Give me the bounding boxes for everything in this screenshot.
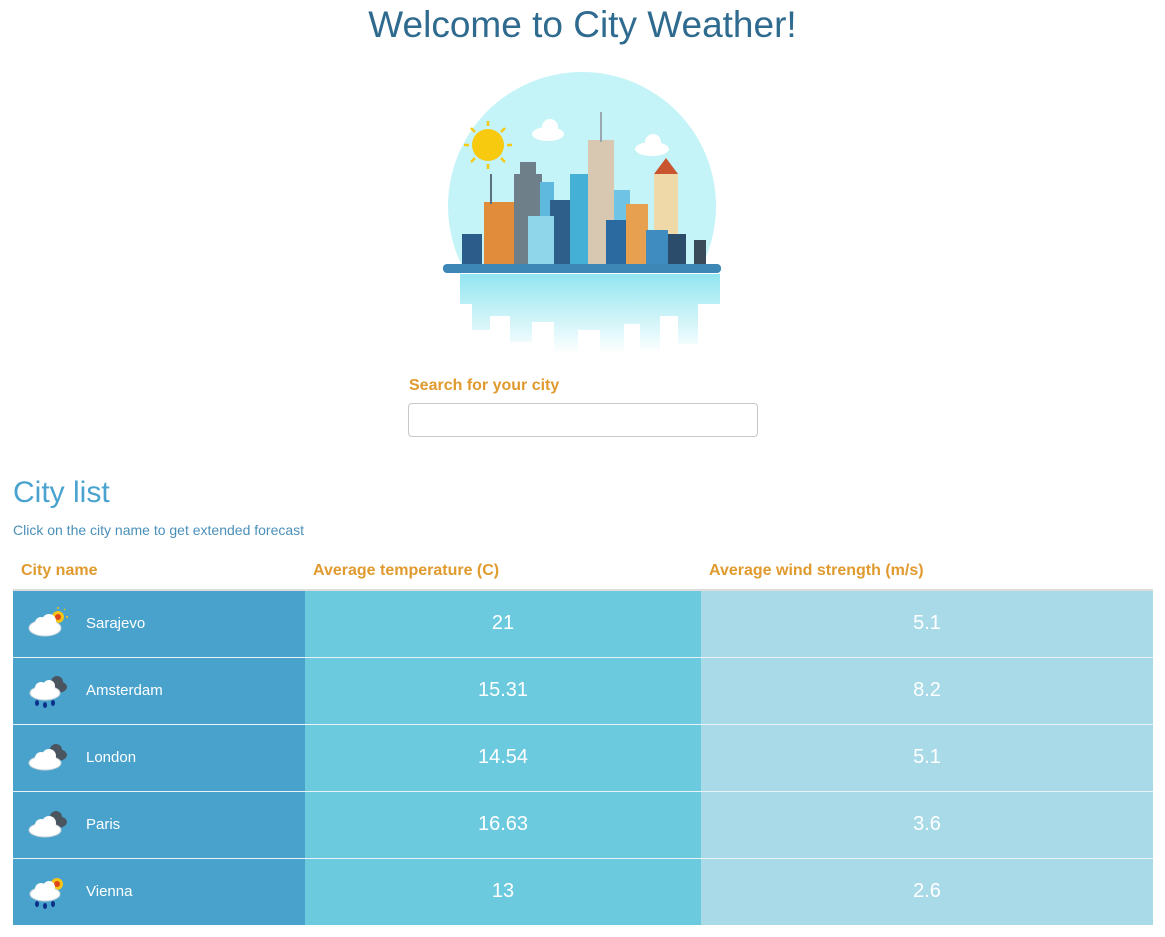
city-name-link[interactable]: Paris (86, 816, 120, 833)
city-name-link[interactable]: London (86, 749, 136, 766)
temperature-cell: 21 (305, 589, 701, 657)
table-row: Paris 16.63 3.6 (13, 790, 1153, 858)
city-name-link[interactable]: Sarajevo (86, 615, 145, 632)
column-header-wind: Average wind strength (m/s) (701, 552, 1153, 591)
city-name-cell[interactable]: London (13, 723, 305, 791)
temperature-cell: 16.63 (305, 790, 701, 858)
cloud-rain-icon (29, 675, 67, 708)
table-header-row: City name Average temperature (C) Averag… (13, 552, 1153, 591)
sun-rain-cloud-icon (29, 877, 63, 909)
city-name-cell[interactable]: Paris (13, 790, 305, 858)
city-name-cell[interactable]: Sarajevo (13, 589, 305, 657)
search-label: Search for your city (409, 377, 560, 394)
city-list-subtitle: Click on the city name to get extended f… (13, 522, 305, 538)
table-row: Vienna 13 2.6 (13, 857, 1153, 925)
city-name-link[interactable]: Vienna (86, 883, 132, 900)
city-skyline-icon (428, 72, 738, 359)
wind-cell: 3.6 (701, 790, 1153, 858)
wind-cell: 5.1 (701, 723, 1153, 791)
search-input[interactable] (408, 403, 758, 437)
sun-behind-cloud-icon (28, 606, 68, 637)
column-header-city-name: City name (13, 552, 305, 591)
table-row: London 14.54 5.1 (13, 723, 1153, 791)
temperature-cell: 13 (305, 857, 701, 925)
city-list-title: City list (13, 476, 110, 509)
wind-cell: 8.2 (701, 656, 1153, 724)
table-row: Sarajevo 21 5.1 (13, 589, 1153, 657)
page-title: Welcome to City Weather! (368, 4, 797, 45)
overcast-clouds-icon (28, 743, 67, 770)
city-name-cell[interactable]: Amsterdam (13, 656, 305, 724)
column-header-temperature: Average temperature (C) (305, 552, 701, 591)
city-name-link[interactable]: Amsterdam (86, 682, 163, 699)
city-name-cell[interactable]: Vienna (13, 857, 305, 925)
overcast-clouds-icon (28, 810, 67, 837)
wind-cell: 5.1 (701, 589, 1153, 657)
temperature-cell: 15.31 (305, 656, 701, 724)
city-table: City name Average temperature (C) Averag… (13, 552, 1153, 925)
wind-cell: 2.6 (701, 857, 1153, 925)
table-row: Amsterdam 15.31 8.2 (13, 656, 1153, 724)
temperature-cell: 14.54 (305, 723, 701, 791)
